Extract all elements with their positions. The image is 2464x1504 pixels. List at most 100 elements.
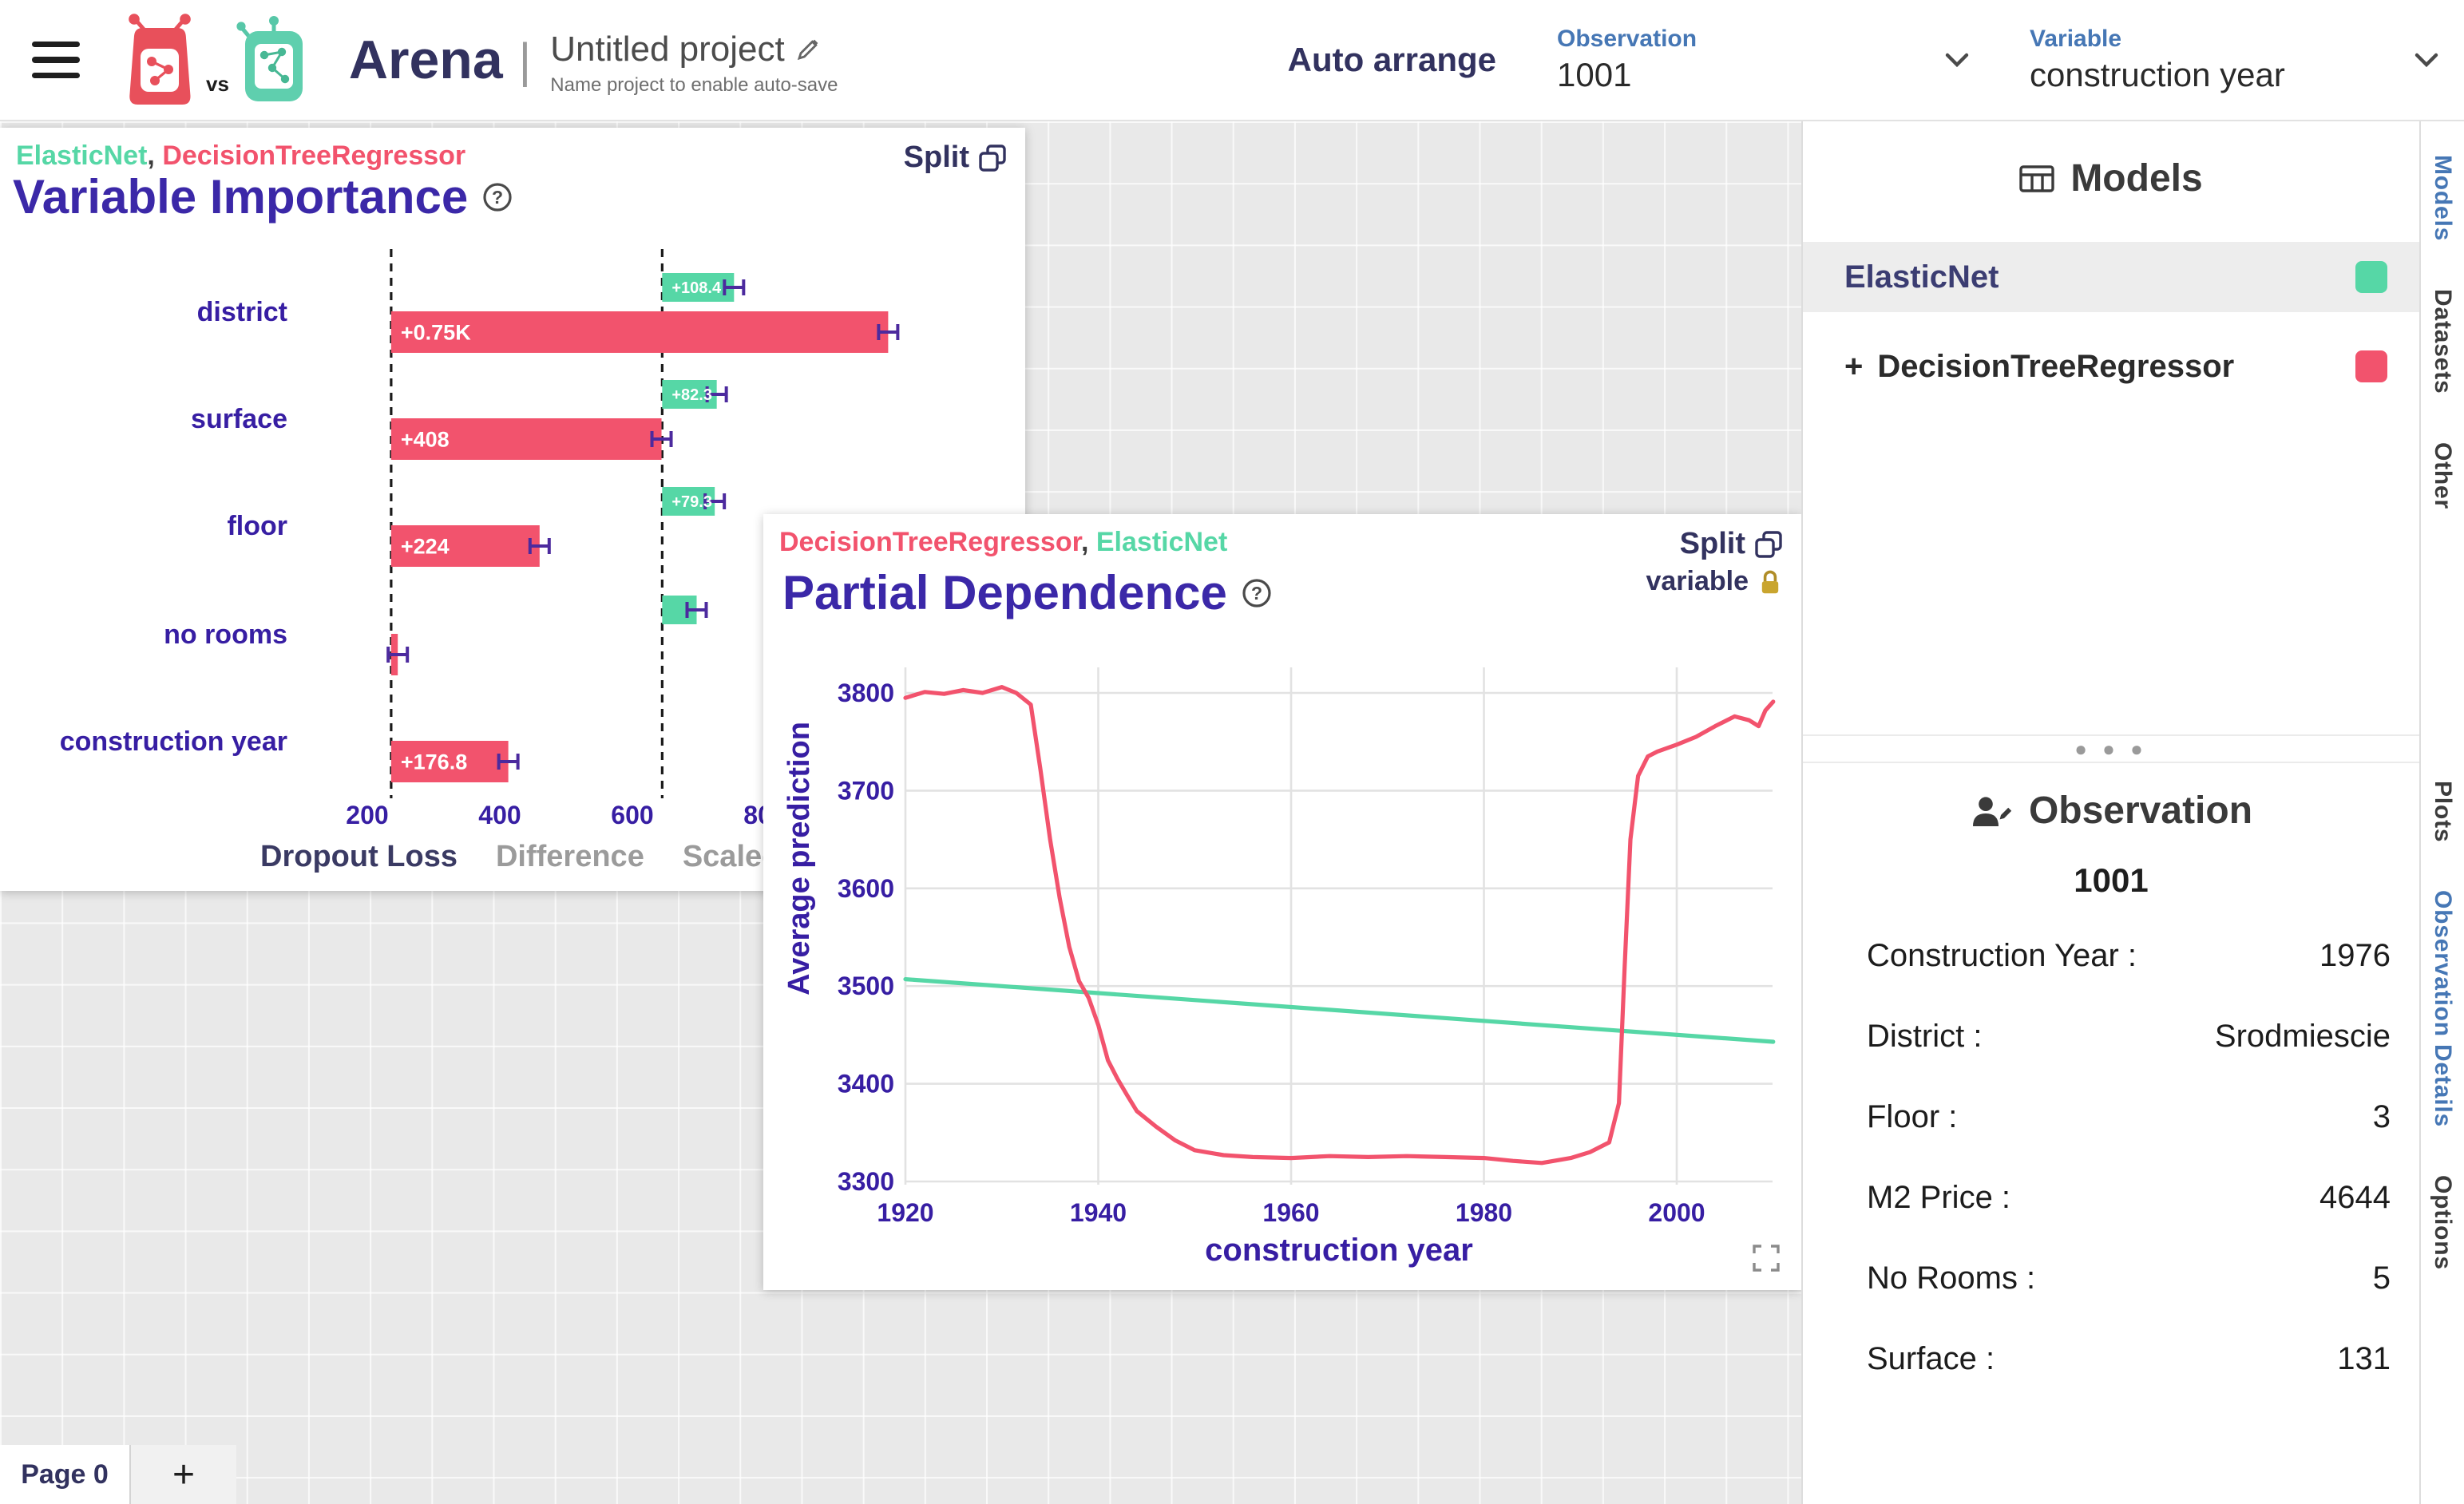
observation-field-value: 3 (2373, 1099, 2391, 1135)
observation-dropdown-value: 1001 (1557, 56, 1697, 94)
model-item-label: ElasticNet (1844, 259, 1999, 295)
observation-field-value: 4644 (2319, 1180, 2391, 1216)
model-item-name: ElasticNet (1844, 259, 1999, 295)
model-name-elasticnet[interactable]: ElasticNet (1096, 527, 1227, 557)
tab-plots[interactable]: Plots (2429, 757, 2456, 866)
observation-id: 1001 (1803, 861, 2419, 900)
tab-group-top: ModelsDatasetsOther (2421, 131, 2464, 533)
title-divider: | (519, 33, 532, 88)
svg-text:+224: +224 (401, 535, 450, 559)
top-bar: vs Arena | Untitled project (0, 0, 2464, 121)
dashboard-canvas[interactable]: districtsurfacefloorno roomsconstruction… (0, 121, 1801, 1504)
variable-lock-label: variable (1646, 566, 1749, 597)
variable-importance-title: Variable Importance ? (13, 169, 513, 224)
axis-mode-difference[interactable]: Difference (496, 840, 644, 874)
page-tab-0[interactable]: Page 0 (0, 1445, 131, 1504)
arena-app: vs Arena | Untitled project (0, 0, 2464, 1504)
side-tab-strip: ModelsDatasetsOther PlotsObservation Det… (2419, 121, 2464, 1504)
panel-resize-handle[interactable]: ● ● ● (1803, 734, 2419, 762)
svg-text:+408: +408 (401, 428, 450, 452)
svg-text:3600: 3600 (838, 874, 894, 903)
svg-text:3800: 3800 (838, 679, 894, 707)
page-tabs: Page 0 + (0, 1445, 236, 1504)
svg-text:district: district (197, 297, 287, 327)
observation-fields: Construction Year :1976 District : Srodmie… (1803, 938, 2419, 1377)
add-page-button[interactable]: + (131, 1445, 236, 1504)
y-axis-label: Average prediction (782, 722, 817, 995)
split-button[interactable]: Split (1680, 527, 1782, 561)
observation-field-row: Floor : 3 (1867, 1099, 2391, 1135)
variable-dropdown-value: construction year (2030, 56, 2285, 94)
tab-models[interactable]: Models (2429, 131, 2456, 265)
red-robot-icon (118, 12, 201, 108)
model-item-elasticnet[interactable]: ElasticNet (1803, 242, 2419, 312)
svg-text:1960: 1960 (1262, 1198, 1319, 1227)
svg-text:600: 600 (611, 801, 653, 829)
vi-axis-options: Dropout LossDifferenceScaled (260, 840, 780, 874)
fullscreen-icon[interactable] (1750, 1242, 1782, 1274)
model-name-decisiontreeregressor[interactable]: DecisionTreeRegressor (162, 141, 465, 171)
svg-text:3400: 3400 (838, 1070, 894, 1098)
observation-dropdown[interactable]: Observation 1001 (1557, 26, 1969, 94)
model-name-decisiontreeregressor[interactable]: DecisionTreeRegressor (779, 527, 1081, 557)
project-block: Untitled project Name project to enable … (550, 30, 838, 97)
tab-observation-details[interactable]: Observation Details (2429, 866, 2456, 1151)
model-item-decisiontreeregressor[interactable]: +DecisionTreeRegressor (1803, 331, 2419, 402)
partial-dependence-plot[interactable]: 3300340035003600370038001920194019601980… (763, 514, 1801, 1290)
models-panel-title: Models (2070, 156, 2202, 200)
help-icon[interactable]: ? (482, 182, 513, 212)
model-item-label: +DecisionTreeRegressor (1844, 349, 2234, 385)
observation-field-label: Floor : (1867, 1099, 1957, 1135)
observation-panel: Observation 1001 Construction Year :1976… (1803, 762, 2419, 1504)
variable-lock-button[interactable]: variable (1646, 566, 1782, 597)
teal-robot-icon (234, 15, 314, 108)
partial-dependence-models: DecisionTreeRegressor, ElasticNet (779, 527, 1227, 558)
auto-arrange-button[interactable]: Auto arrange (1288, 41, 1496, 79)
models-panel: Models ElasticNet +DecisionTreeRegressor (1803, 121, 2419, 734)
project-name-input[interactable]: Untitled project (550, 30, 784, 69)
observation-dropdown-label: Observation (1557, 26, 1697, 53)
tab-datasets[interactable]: Datasets (2429, 265, 2456, 418)
subtitle-separator: , (1081, 527, 1096, 557)
observation-field-value: Srodmiescie (2215, 1019, 2391, 1055)
app-title: Arena (349, 29, 503, 91)
model-name-elasticnet[interactable]: ElasticNet (16, 141, 147, 171)
svg-text:3300: 3300 (838, 1167, 894, 1196)
models-list: ElasticNet +DecisionTreeRegressor (1803, 242, 2419, 402)
tab-options[interactable]: Options (2429, 1151, 2456, 1294)
variable-dropdown[interactable]: Variable construction year (2030, 26, 2438, 94)
edit-project-icon[interactable] (796, 38, 820, 61)
partial-dependence-widget: 3300340035003600370038001920194019601980… (763, 514, 1801, 1290)
widget-title-text: Partial Dependence (782, 565, 1227, 620)
svg-text:3700: 3700 (838, 776, 894, 805)
split-button[interactable]: Split (904, 141, 1006, 175)
axis-mode-dropout-loss[interactable]: Dropout Loss (260, 840, 458, 874)
observation-field-label: District : (1867, 1019, 1982, 1055)
svg-text:1980: 1980 (1456, 1198, 1512, 1227)
svg-text:1920: 1920 (877, 1198, 933, 1227)
observation-field-row: No Rooms :5 (1867, 1261, 2391, 1296)
observation-field-label: Construction Year : (1867, 938, 2137, 974)
lock-icon (1758, 568, 1782, 596)
svg-text:?: ? (492, 187, 503, 208)
table-icon (2019, 164, 2054, 193)
observation-field-row: District : Srodmiescie (1867, 1019, 2391, 1055)
add-model-icon[interactable]: + (1844, 349, 1863, 385)
svg-text:+108.4: +108.4 (671, 279, 722, 297)
observation-field-row: Construction Year :1976 (1867, 938, 2391, 974)
model-color-swatch[interactable] (2355, 350, 2387, 382)
svg-text:surface: surface (191, 404, 287, 434)
split-icon (979, 144, 1006, 172)
split-icon (1755, 531, 1782, 558)
menu-icon[interactable] (32, 42, 80, 78)
model-color-swatch[interactable] (2355, 261, 2387, 293)
tab-other[interactable]: Other (2429, 418, 2456, 533)
subtitle-separator: , (147, 141, 162, 171)
svg-text:+0.75K: +0.75K (401, 321, 471, 345)
chevron-down-icon (1945, 52, 1969, 68)
observation-panel-header: Observation (1803, 763, 2419, 833)
svg-text:no rooms: no rooms (164, 619, 287, 650)
help-icon[interactable]: ? (1242, 578, 1272, 608)
observation-field-label: Surface : (1867, 1341, 1995, 1377)
svg-text:?: ? (1251, 583, 1262, 604)
